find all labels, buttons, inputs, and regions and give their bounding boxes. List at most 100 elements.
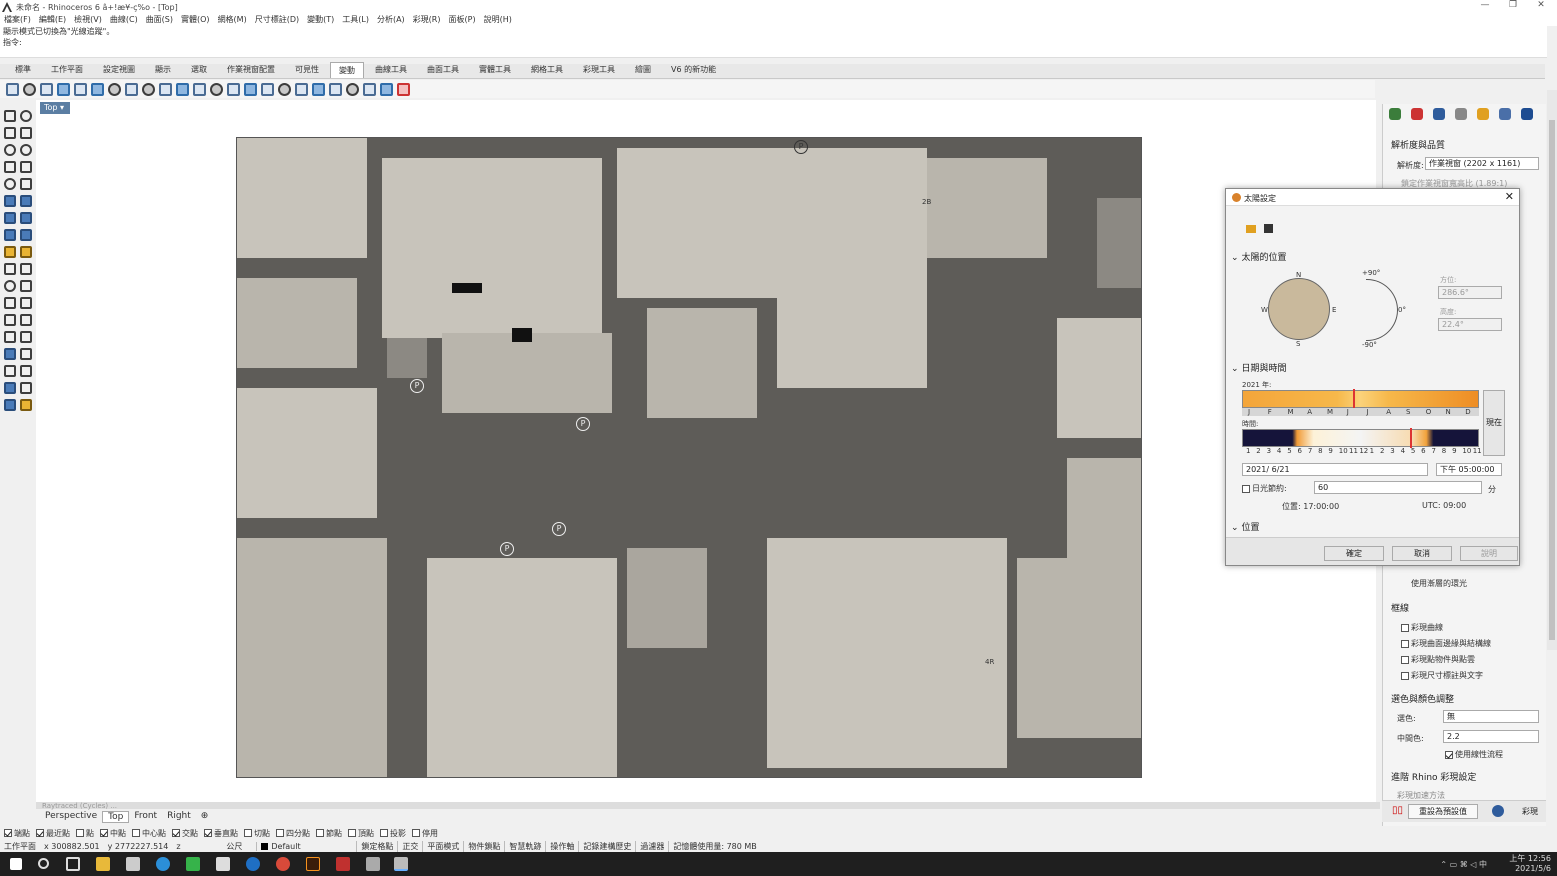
taper-icon[interactable] [176, 82, 189, 96]
measure-icon[interactable] [20, 348, 32, 360]
reset-defaults-button[interactable]: 重設為預設值 [1408, 804, 1478, 819]
ellipse-icon[interactable] [4, 178, 16, 190]
menu-panels[interactable]: 面板(P) [445, 14, 480, 26]
time-input[interactable]: 下午 05:00:00 [1436, 463, 1502, 476]
polygon-icon[interactable] [20, 161, 32, 173]
section-location[interactable]: 位置 [1231, 520, 1260, 533]
render-tab-icon[interactable] [1411, 108, 1423, 120]
month-slider[interactable] [1242, 390, 1479, 408]
toggle-grid-snap[interactable]: 鎖定格點 [356, 840, 397, 852]
texture-tab-icon[interactable] [1477, 108, 1489, 120]
arrow-right-icon[interactable] [397, 82, 410, 96]
cancel-button[interactable]: 取消 [1392, 546, 1452, 561]
command-prompt[interactable]: 指令: [0, 37, 1547, 48]
dimension-icon[interactable] [20, 314, 32, 326]
section-date-time[interactable]: 日期與時間 [1231, 361, 1287, 374]
osnap-center[interactable]: 中心點 [132, 828, 166, 839]
notepad-icon[interactable] [216, 857, 230, 871]
osnap-tan[interactable]: 切點 [244, 828, 270, 839]
linear-workflow-checkbox[interactable]: 使用線性流程 [1445, 749, 1503, 760]
altitude-input[interactable]: 22.4° [1438, 318, 1502, 331]
add-viewport-icon[interactable]: ⊕ [196, 811, 214, 823]
folder-icon[interactable] [366, 857, 380, 871]
osnap-perp[interactable]: 垂直點 [204, 828, 238, 839]
menu-mesh[interactable]: 網格(M) [214, 14, 251, 26]
splop-icon[interactable] [329, 82, 342, 96]
osnap-knot[interactable]: 節點 [316, 828, 342, 839]
section-sun-position[interactable]: 太陽的位置 [1231, 250, 1287, 263]
date-input[interactable]: 2021/ 6/21 [1242, 463, 1428, 476]
toggle-osnap[interactable]: 物件鎖點 [463, 840, 504, 852]
tab-right[interactable]: Right [162, 811, 196, 823]
tab-visibility[interactable]: 可見性 [286, 61, 328, 78]
scrollbar-thumb[interactable] [1549, 120, 1555, 640]
fillet-edge-icon[interactable] [4, 297, 16, 309]
block-icon[interactable] [20, 331, 32, 343]
extrude-icon[interactable] [20, 195, 32, 207]
file-explorer-icon[interactable] [96, 857, 110, 871]
section-advanced[interactable]: 進階 Rhino 彩現設定 [1391, 770, 1476, 783]
tab-render-tools[interactable]: 彩現工具 [574, 61, 624, 78]
arc-icon[interactable] [20, 144, 32, 156]
tab-drafting[interactable]: 繪圖 [626, 61, 660, 78]
viewport-label[interactable]: Top ▾ [40, 102, 70, 114]
tab-curve-tools[interactable]: 曲線工具 [366, 61, 416, 78]
resolution-dropdown[interactable]: 作業視窗 (2202 x 1161) [1425, 157, 1539, 170]
menu-render[interactable]: 彩現(R) [409, 14, 445, 26]
menu-solid[interactable]: 實體(O) [177, 14, 214, 26]
scale-icon[interactable] [57, 82, 70, 96]
tab-surface-tools[interactable]: 曲面工具 [418, 61, 468, 78]
group-icon[interactable] [4, 331, 16, 343]
section-resolution[interactable]: 解析度與品質 [1391, 138, 1445, 151]
osnap-point[interactable]: 點 [76, 828, 94, 839]
rendered-map-model[interactable]: P P P P P 2B 4R [236, 137, 1142, 778]
tab-standard[interactable]: 標準 [6, 61, 40, 78]
analyze-icon[interactable] [20, 382, 32, 394]
align-icon[interactable] [125, 82, 138, 96]
maelstrom-icon[interactable] [346, 82, 359, 96]
array-polar-icon[interactable] [295, 82, 308, 96]
menu-dimension[interactable]: 尺寸標註(D) [251, 14, 303, 26]
toggle-smarttrack[interactable]: 智慧軌跡 [504, 840, 545, 852]
search-icon[interactable] [38, 858, 49, 869]
materials-tab-icon[interactable] [1433, 108, 1445, 120]
gamma-input[interactable]: 2.2 [1443, 730, 1539, 743]
tab-viewport-layout[interactable]: 作業視窗配置 [218, 61, 284, 78]
app-icon[interactable] [246, 857, 260, 871]
line-icon[interactable] [186, 857, 200, 871]
help-button[interactable]: 說明 [1460, 546, 1518, 561]
minimize-button[interactable]: — [1471, 0, 1499, 10]
tab-front[interactable]: Front [129, 811, 162, 823]
tab-cplanes[interactable]: 工作平面 [42, 61, 92, 78]
material-icon[interactable] [4, 399, 16, 411]
tab-mesh-tools[interactable]: 網格工具 [522, 61, 572, 78]
move-icon[interactable] [6, 82, 19, 96]
ok-button[interactable]: 確定 [1324, 546, 1384, 561]
now-button[interactable]: 現在 [1483, 390, 1505, 456]
cage-icon[interactable] [210, 82, 223, 96]
light-icon[interactable] [20, 399, 32, 411]
render-button[interactable]: 彩現 [1522, 806, 1538, 817]
osnap-vertex[interactable]: 頂點 [348, 828, 374, 839]
tab-new-in-v6[interactable]: V6 的新功能 [662, 61, 725, 78]
status-layer[interactable]: Default [256, 841, 356, 851]
flow-icon[interactable] [193, 82, 206, 96]
surface-icon[interactable] [4, 195, 16, 207]
panel-scrollbar[interactable] [1547, 90, 1557, 650]
plane-icon[interactable] [20, 229, 32, 241]
flow-along-surface-icon[interactable] [380, 82, 393, 96]
curve-icon[interactable] [20, 127, 32, 139]
illustrator-icon[interactable] [306, 857, 320, 871]
toggle-planar[interactable]: 平面模式 [422, 840, 463, 852]
sun-tab-icon[interactable] [1521, 108, 1533, 120]
splash-icon[interactable] [363, 82, 376, 96]
save-icon[interactable] [1264, 224, 1273, 233]
chrome-icon[interactable] [276, 857, 290, 871]
frame-option[interactable]: 彩現尺寸標註與文字 [1401, 670, 1483, 681]
dialog-close-button[interactable]: ✕ [1505, 190, 1514, 203]
frame-option[interactable]: 彩現曲線 [1401, 622, 1443, 633]
tab-display[interactable]: 顯示 [146, 61, 180, 78]
store-icon[interactable] [126, 857, 140, 871]
osnap-mid[interactable]: 中點 [100, 828, 126, 839]
select-icon[interactable] [4, 110, 16, 122]
